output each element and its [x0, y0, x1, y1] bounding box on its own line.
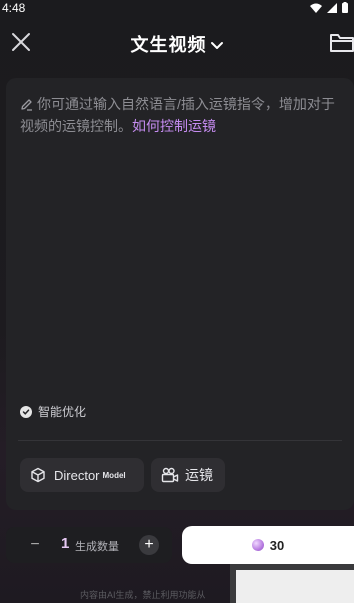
chevron-down-icon: [210, 42, 223, 50]
smart-optimize-label: 智能优化: [38, 405, 87, 419]
top-bar: 文生视频: [0, 22, 354, 62]
page-title: 文生视频: [130, 35, 207, 55]
prompt-card: 你可通过输入自然语言/插入运镜指令，增加对于视频的运镜控制。如何控制运镜 智能优…: [6, 78, 354, 510]
prompt-input[interactable]: 你可通过输入自然语言/插入运镜指令，增加对于视频的运镜控制。如何控制运镜: [20, 93, 346, 137]
camera-movement-label: 运镜: [185, 467, 213, 483]
status-icons: [310, 2, 348, 13]
decrease-button[interactable]: −: [26, 536, 44, 554]
overlay-block-inner: [236, 570, 354, 603]
mode-selector[interactable]: 文生视频: [0, 31, 354, 57]
cube-icon: [31, 467, 45, 483]
director-model-button[interactable]: Director Model: [20, 458, 144, 492]
model-badge: Model: [102, 470, 126, 480]
check-circle-icon: [20, 405, 32, 418]
quantity-stepper: − 1 生成数量 +: [6, 527, 172, 563]
ai-disclaimer: 内容由AI生成，禁止利用功能从: [80, 590, 206, 600]
history-button[interactable]: [328, 30, 354, 54]
credit-cost: 30: [269, 537, 285, 553]
quantity-label: 生成数量: [75, 541, 119, 553]
signal-icon: [327, 2, 337, 13]
credit-gem-icon: [251, 539, 264, 551]
divider: [18, 440, 342, 441]
camera-help-link[interactable]: 如何控制运镜: [132, 118, 216, 134]
quantity-value: 1: [61, 535, 70, 552]
pen-icon: [21, 99, 32, 111]
status-bar: 4:48: [0, 0, 354, 18]
folder-icon: [330, 34, 354, 52]
video-camera-icon: [161, 467, 179, 483]
generate-button[interactable]: 30: [182, 526, 354, 564]
battery-icon: [342, 2, 348, 13]
smart-optimize-toggle[interactable]: 智能优化: [20, 403, 86, 420]
camera-movement-button[interactable]: 运镜: [151, 458, 225, 492]
wifi-icon: [310, 3, 322, 13]
director-label: Director: [54, 467, 100, 483]
status-time: 4:48: [2, 1, 26, 15]
increase-button[interactable]: +: [139, 535, 159, 555]
